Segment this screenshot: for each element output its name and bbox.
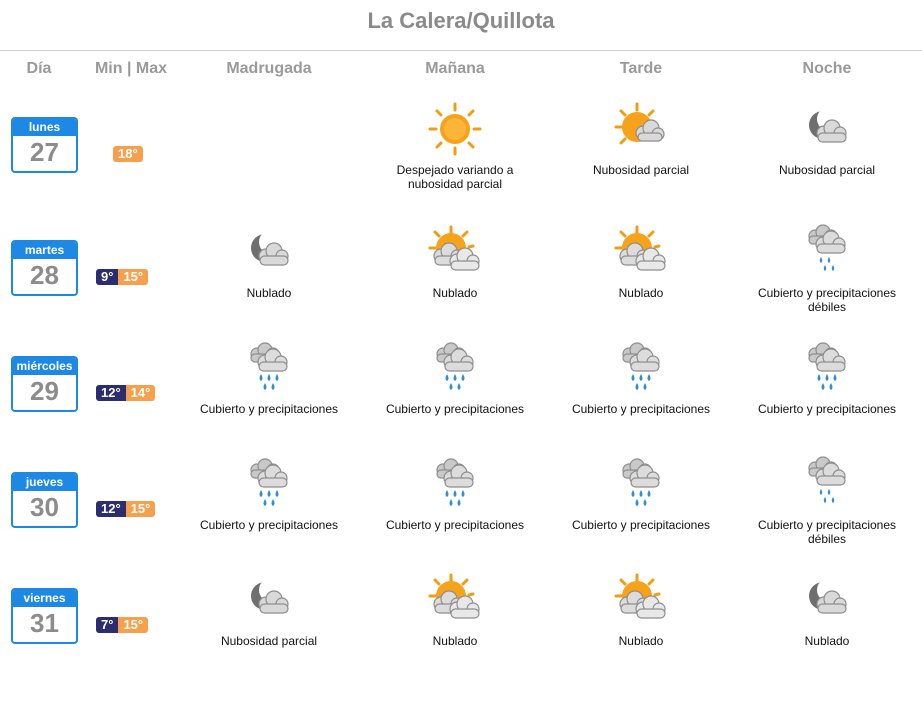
max-temperature: 15° <box>118 269 149 285</box>
light-rain-icon <box>799 224 855 280</box>
rain-icon <box>427 340 483 396</box>
forecast-cell-manana: Despejado variando a nubosidad parcial <box>370 101 540 191</box>
moon-cloud-icon <box>241 224 297 280</box>
day-name: miércoles <box>13 358 76 375</box>
temperature-range: 18° <box>113 146 143 162</box>
min-temperature: 9° <box>96 269 119 285</box>
sun-cloud-icon <box>613 101 669 157</box>
sun-icon <box>427 101 483 157</box>
sun-clouds-icon <box>427 572 483 628</box>
weather-description: Cubierto y precipitaciones débiles <box>757 286 897 314</box>
header-divider <box>0 50 922 51</box>
rain-icon <box>241 340 297 396</box>
max-temperature: 18° <box>113 146 143 162</box>
temperature-range: 7° 15° <box>96 617 149 633</box>
forecast-cell-tarde: Cubierto y precipitaciones <box>556 456 726 532</box>
temperature-range: 9° 15° <box>96 269 149 285</box>
moon-cloud-icon <box>241 572 297 628</box>
day-name: lunes <box>13 119 76 136</box>
column-header-minmax: Min | Max <box>94 60 168 77</box>
forecast-cell-noche: Nublado <box>742 572 912 648</box>
forecast-cell-tarde: Cubierto y precipitaciones <box>556 340 726 416</box>
forecast-row: miércoles 29 12° 14° Cubierto y precipit… <box>0 342 922 472</box>
page-title: La Calera/Quillota <box>367 8 555 33</box>
day-number: 30 <box>30 492 59 522</box>
weather-description: Cubierto y precipitaciones <box>571 518 711 532</box>
forecast-row: lunes 27 18° Despejado variando a nubosi… <box>0 102 922 233</box>
moon-cloud-icon <box>799 572 855 628</box>
sun-clouds-icon <box>613 224 669 280</box>
forecast-cell-manana: Cubierto y precipitaciones <box>370 456 540 532</box>
forecast-row: martes 28 9° 15° Nublado Nublado Nublado… <box>0 224 922 356</box>
weather-description: Nublado <box>804 634 850 648</box>
day-number: 27 <box>30 137 59 167</box>
weather-description: Nublado <box>432 286 478 300</box>
forecast-row: viernes 31 7° 15° Nubosidad parcial Nubl… <box>0 573 922 704</box>
forecast-cell-noche: Cubierto y precipitaciones débiles <box>742 224 912 314</box>
weather-description: Cubierto y precipitaciones <box>571 402 711 416</box>
forecast-cell-manana: Nublado <box>370 224 540 300</box>
forecast-row: jueves 30 12° 15° Cubierto y precipitaci… <box>0 456 922 588</box>
weather-description: Cubierto y precipitaciones débiles <box>757 518 897 546</box>
weather-description: Cubierto y precipitaciones <box>199 518 339 532</box>
min-temperature: 12° <box>96 501 126 517</box>
calendar-badge: miércoles 29 <box>11 356 78 412</box>
forecast-cell-tarde: Nubosidad parcial <box>556 101 726 177</box>
forecast-cell-madrugada: Cubierto y precipitaciones <box>184 456 354 532</box>
temperature-range: 12° 15° <box>96 501 156 517</box>
column-header-day: Día <box>26 60 52 77</box>
weather-description: Nubosidad parcial <box>778 163 876 177</box>
forecast-cell-noche: Cubierto y precipitaciones <box>742 340 912 416</box>
weather-description: Nubosidad parcial <box>592 163 690 177</box>
day-name: martes <box>13 242 76 259</box>
rain-icon <box>427 456 483 512</box>
forecast-cell-manana: Cubierto y precipitaciones <box>370 340 540 416</box>
column-header-tarde: Tarde <box>619 60 663 77</box>
column-header-manana: Mañana <box>425 60 485 77</box>
forecast-cell-noche: Nubosidad parcial <box>742 101 912 177</box>
rain-icon <box>241 456 297 512</box>
weather-description: Nublado <box>246 286 292 300</box>
weather-description: Nublado <box>432 634 478 648</box>
calendar-badge: lunes 27 <box>11 117 78 173</box>
weather-description: Cubierto y precipitaciones <box>385 518 525 532</box>
moon-cloud-icon <box>799 101 855 157</box>
day-name: jueves <box>13 474 76 491</box>
weather-description: Cubierto y precipitaciones <box>199 402 339 416</box>
forecast-cell-tarde: Nublado <box>556 224 726 300</box>
day-number: 31 <box>30 608 59 638</box>
weather-description: Nubosidad parcial <box>220 634 318 648</box>
temperature-range: 12° 14° <box>96 385 156 401</box>
max-temperature: 15° <box>118 617 149 633</box>
forecast-cell-madrugada: Nubosidad parcial <box>184 572 354 648</box>
forecast-cell-noche: Cubierto y precipitaciones débiles <box>742 456 912 546</box>
sun-clouds-icon <box>613 572 669 628</box>
rain-icon <box>799 340 855 396</box>
column-header-madrugada: Madrugada <box>226 60 312 77</box>
min-temperature: 12° <box>96 385 126 401</box>
min-temperature: 7° <box>96 617 119 633</box>
weather-description: Despejado variando a nubosidad parcial <box>396 163 514 191</box>
day-name: viernes <box>13 590 76 607</box>
sun-clouds-icon <box>427 224 483 280</box>
forecast-cell-manana: Nublado <box>370 572 540 648</box>
column-header-noche: Noche <box>802 60 852 77</box>
calendar-badge: martes 28 <box>11 240 78 296</box>
day-number: 29 <box>30 376 59 406</box>
weather-description: Cubierto y precipitaciones <box>385 402 525 416</box>
max-temperature: 14° <box>125 385 156 401</box>
forecast-cell-madrugada: Nublado <box>184 224 354 300</box>
day-number: 28 <box>30 260 59 290</box>
calendar-badge: viernes 31 <box>11 588 78 644</box>
max-temperature: 15° <box>125 501 156 517</box>
rain-icon <box>613 340 669 396</box>
weather-description: Cubierto y precipitaciones <box>757 402 897 416</box>
light-rain-icon <box>799 456 855 512</box>
weather-description: Nublado <box>618 286 664 300</box>
forecast-cell-tarde: Nublado <box>556 572 726 648</box>
calendar-badge: jueves 30 <box>11 472 78 528</box>
weather-description: Nublado <box>618 634 664 648</box>
forecast-cell-madrugada: Cubierto y precipitaciones <box>184 340 354 416</box>
rain-icon <box>613 456 669 512</box>
